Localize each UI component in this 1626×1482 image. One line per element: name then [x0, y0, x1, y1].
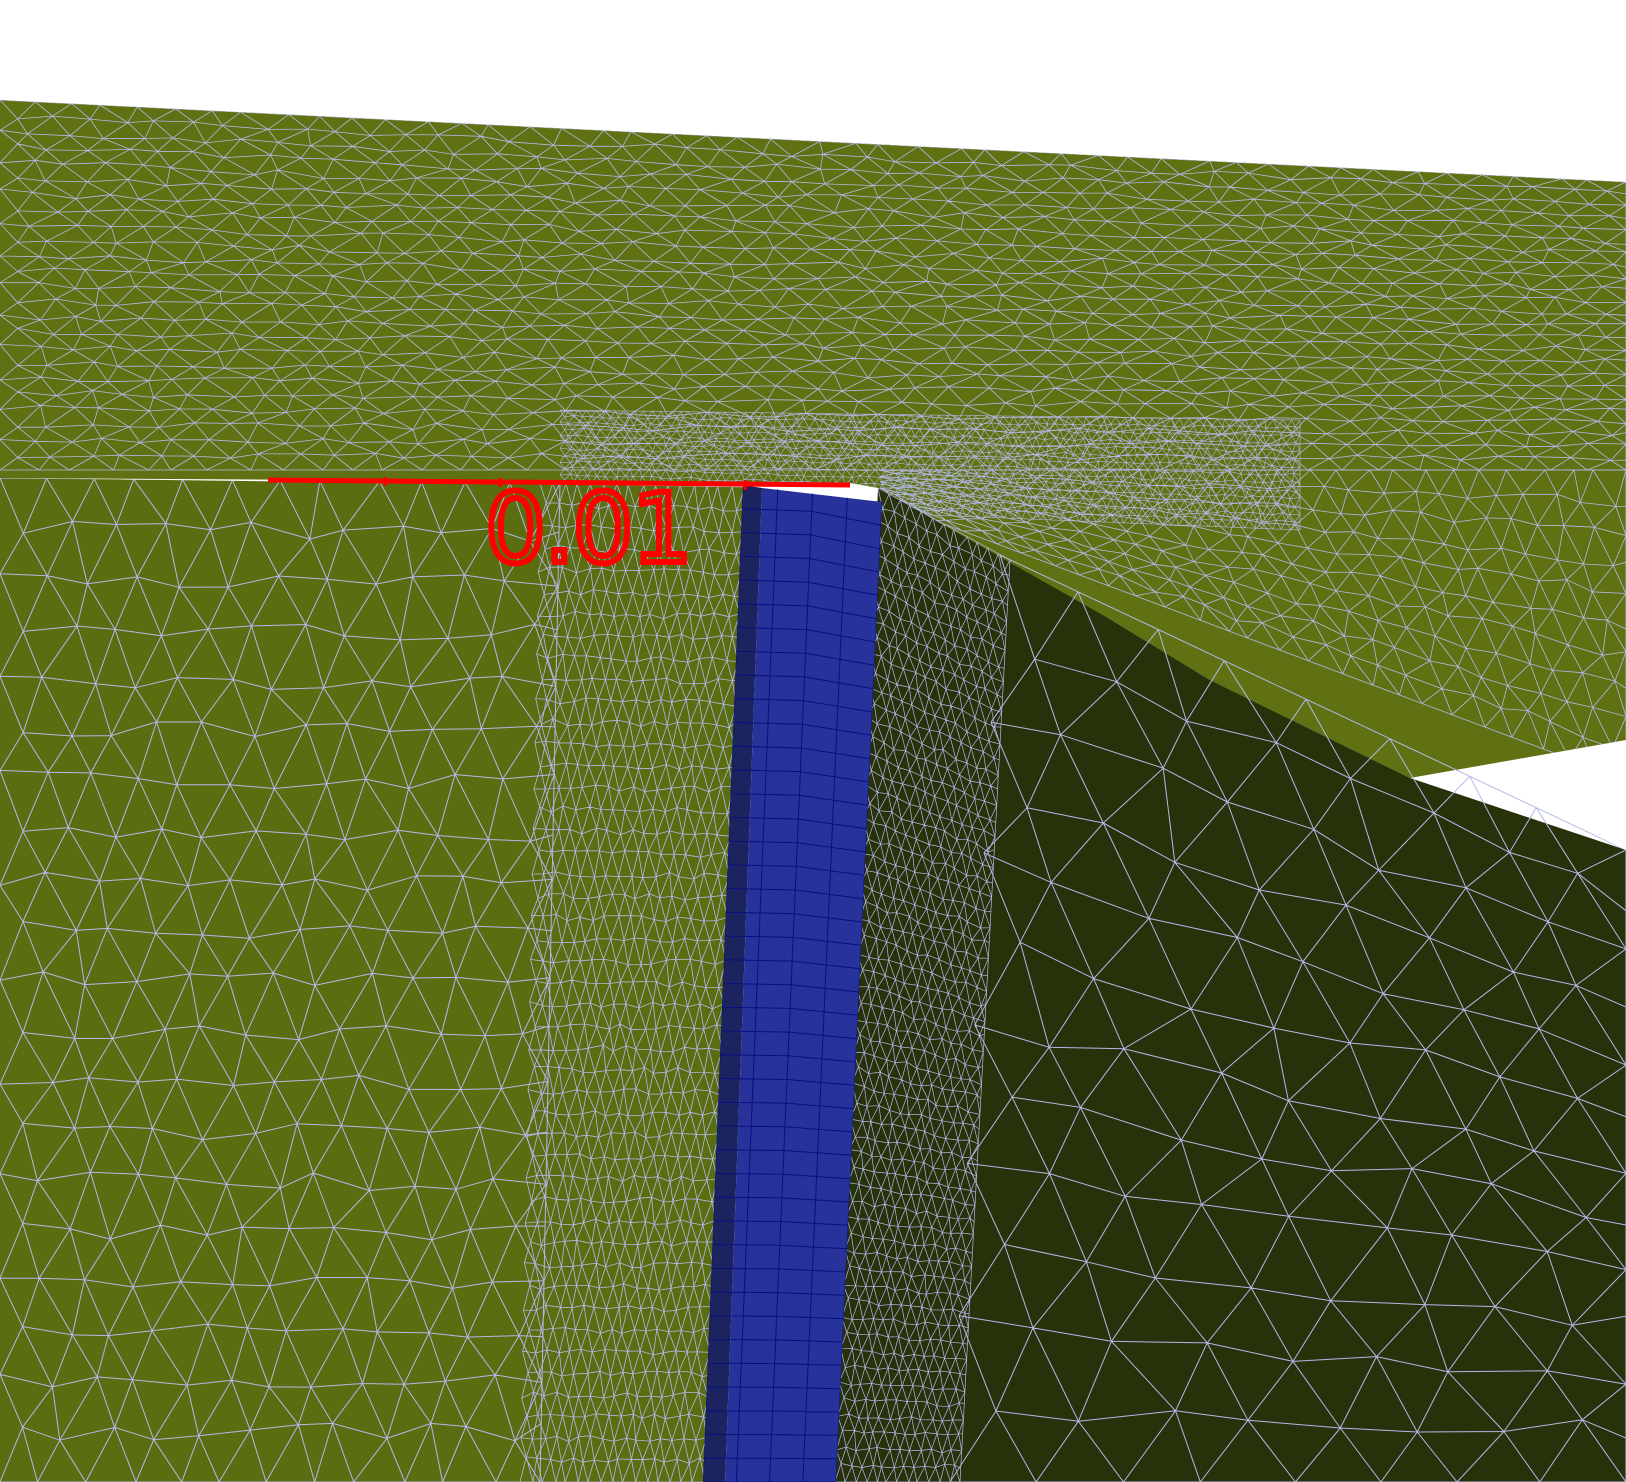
dimension-label: 0.01 [485, 473, 691, 585]
front-face [0, 478, 745, 1482]
mesh-viewport[interactable]: 0.01 [0, 0, 1626, 1482]
